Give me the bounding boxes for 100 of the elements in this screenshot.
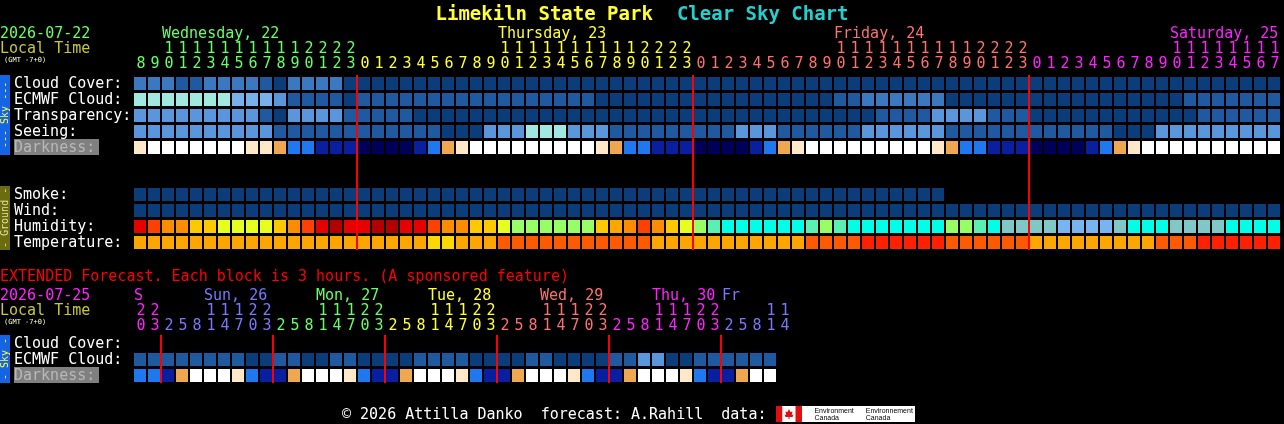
hour-tens-digit: 1 xyxy=(206,41,216,56)
hour-tens-digit: 1 xyxy=(430,303,440,318)
hour-tens-digit: 1 xyxy=(275,41,287,56)
chart-title: Clear Sky Chart xyxy=(676,0,849,26)
time-label: Local Time xyxy=(0,303,92,318)
row-label: Smoke: xyxy=(14,186,69,202)
hour-tens-digit: 2 xyxy=(135,303,147,318)
hour-tens-digit: 1 xyxy=(765,303,777,318)
hour-tens-digit: 2 xyxy=(1017,41,1029,56)
hour-units-digit: 5 xyxy=(289,318,301,333)
hour-units-digit: 8 xyxy=(303,318,315,333)
hour-units-digit: 4 xyxy=(779,318,791,333)
hour-tens-digit: 1 xyxy=(1186,41,1196,56)
hour-units-digit: 1 xyxy=(513,56,525,71)
hour-units-digit: 5 xyxy=(1241,56,1253,71)
hour-tens-digit: 2 xyxy=(597,303,609,318)
hour-units-digit: 3 xyxy=(345,56,357,71)
hour-tens-digit: 1 xyxy=(234,41,244,56)
hour-units-digit: 6 xyxy=(583,56,595,71)
hour-tens-digit: 1 xyxy=(836,41,846,56)
hour-units-digit: 1 xyxy=(653,318,665,333)
hour-units-digit: 0 xyxy=(835,56,847,71)
hour-tens-digit: 1 xyxy=(192,41,202,56)
hour-units-digit: 9 xyxy=(485,56,497,71)
row-label: Wind: xyxy=(14,202,60,218)
hour-tens-digit: 2 xyxy=(261,303,273,318)
hour-tens-digit: 1 xyxy=(458,303,469,318)
hour-tens-digit: 1 xyxy=(556,41,566,56)
hour-units-digit: 2 xyxy=(723,318,735,333)
hour-units-digit: 5 xyxy=(737,318,749,333)
row-label: Seeing: xyxy=(14,123,78,139)
hour-units-digit: 1 xyxy=(373,56,385,71)
hour-units-digit: 3 xyxy=(541,56,553,71)
hour-units-digit: 3 xyxy=(1213,56,1225,71)
hour-tens-digit: 2 xyxy=(471,303,483,318)
hour-units-digit: 3 xyxy=(261,318,273,333)
hour-units-digit: 2 xyxy=(723,56,735,71)
hour-tens-digit: 1 xyxy=(570,41,581,56)
hour-units-digit: 2 xyxy=(1003,56,1015,71)
hour-tens-digit: 1 xyxy=(542,303,552,318)
hour-tens-digit: 1 xyxy=(878,41,888,56)
hour-tens-digit: 2 xyxy=(989,41,1001,56)
day-label: Wed, 29 xyxy=(540,288,604,303)
hour-tens-digit: 2 xyxy=(359,303,371,318)
hour-tens-digit: 1 xyxy=(654,303,664,318)
hour-units-digit: 7 xyxy=(569,318,581,333)
hour-tens-digit: 2 xyxy=(709,303,721,318)
hour-units-digit: 5 xyxy=(765,56,777,71)
hour-units-digit: 6 xyxy=(779,56,791,71)
hour-units-digit: 3 xyxy=(149,318,161,333)
hour-tens-digit: 1 xyxy=(542,41,552,56)
hour-units-digit: 3 xyxy=(877,56,889,71)
hour-tens-digit: 1 xyxy=(682,303,693,318)
hour-units-digit: 7 xyxy=(1129,56,1141,71)
day-label: Tue, 28 xyxy=(428,288,492,303)
hour-units-digit: 5 xyxy=(1101,56,1113,71)
hour-tens-digit: 1 xyxy=(234,303,245,318)
hour-units-digit: 8 xyxy=(639,318,651,333)
hour-units-digit: 5 xyxy=(177,318,189,333)
hour-tens-digit: 2 xyxy=(653,41,665,56)
hour-tens-digit: 2 xyxy=(975,41,987,56)
hour-units-digit: 0 xyxy=(499,56,511,71)
day-label: Thu, 30 xyxy=(652,288,716,303)
hour-units-digit: 8 xyxy=(191,318,203,333)
hour-units-digit: 4 xyxy=(219,56,231,71)
hour-units-digit: 3 xyxy=(709,318,721,333)
hour-units-digit: 0 xyxy=(359,318,371,333)
hour-tens-digit: 1 xyxy=(892,41,903,56)
hour-units-digit: 7 xyxy=(681,318,693,333)
hour-units-digit: 9 xyxy=(1157,56,1169,71)
hour-units-digit: 1 xyxy=(709,56,721,71)
hour-tens-digit: 1 xyxy=(220,41,230,56)
hour-tens-digit: 1 xyxy=(625,41,637,56)
hour-units-digit: 1 xyxy=(177,56,189,71)
hour-units-digit: 7 xyxy=(1269,56,1281,71)
hour-tens-digit: 2 xyxy=(1003,41,1015,56)
hour-units-digit: 0 xyxy=(975,56,987,71)
hour-units-digit: 4 xyxy=(555,318,567,333)
row-label: Temperature: xyxy=(14,234,123,250)
hour-units-digit: 3 xyxy=(1017,56,1029,71)
row-label: ECMWF Cloud: xyxy=(14,351,123,367)
hour-units-digit: 3 xyxy=(737,56,749,71)
row-label: Darkness: xyxy=(14,139,100,155)
hour-tens-digit: 1 xyxy=(556,303,566,318)
hour-units-digit: 0 xyxy=(695,318,707,333)
hour-tens-digit: 1 xyxy=(850,41,860,56)
hour-tens-digit: 1 xyxy=(1228,41,1238,56)
row-label: Cloud Cover: xyxy=(14,335,123,351)
day-label: Saturday, 25 xyxy=(1170,26,1280,41)
hour-units-digit: 4 xyxy=(555,56,567,71)
hour-units-digit: 8 xyxy=(751,318,763,333)
hour-units-digit: 0 xyxy=(583,318,595,333)
hour-tens-digit: 1 xyxy=(346,303,357,318)
hour-units-digit: 1 xyxy=(429,318,441,333)
hour-tens-digit: 1 xyxy=(597,41,609,56)
hour-tens-digit: 2 xyxy=(681,41,693,56)
day-label: Thursday, 23 xyxy=(498,26,608,41)
hour-units-digit: 0 xyxy=(359,56,371,71)
hour-units-digit: 5 xyxy=(513,318,525,333)
day-label: Mon, 27 xyxy=(316,288,380,303)
